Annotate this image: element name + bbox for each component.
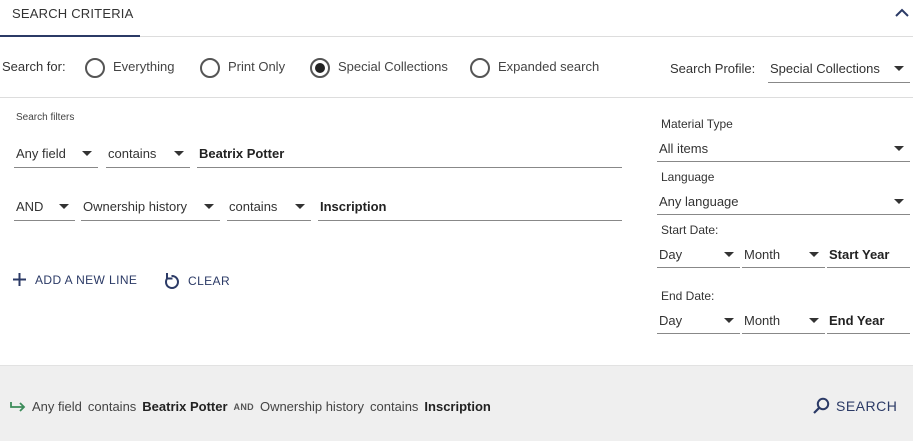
summary-field-2: Ownership history — [259, 399, 364, 414]
row1-operator-select[interactable]: contains — [106, 140, 190, 168]
query-summary-bar: Any field contains Beatrix Potter AND Ow… — [0, 365, 913, 441]
search-scope-bar: Search for: Everything Print Only Specia… — [0, 37, 913, 98]
caret-down-icon — [894, 66, 904, 71]
radio-label: Print Only — [228, 58, 286, 74]
row1-operator-value: contains — [108, 146, 157, 161]
radio-circle[interactable] — [200, 58, 220, 78]
row2-field-select[interactable]: Ownership history — [81, 193, 220, 221]
summary-operator-1: contains — [87, 399, 137, 414]
radio-everything[interactable]: Everything — [85, 57, 174, 79]
search-button-label: SEARCH — [836, 398, 898, 414]
end-day-select[interactable]: Day — [657, 308, 740, 334]
row2-operator-select[interactable]: contains — [227, 193, 311, 221]
end-year-input[interactable]: End Year — [827, 308, 910, 334]
summary-operator-2: contains — [370, 399, 419, 414]
end-month-select[interactable]: Month — [742, 308, 825, 334]
add-new-line-button[interactable]: ADD A NEW LINE — [12, 272, 137, 287]
end-year-placeholder: End Year — [829, 313, 885, 328]
row2-search-input[interactable]: Inscription — [318, 193, 622, 221]
summary-value-1: Beatrix Potter — [142, 399, 228, 414]
clear-button[interactable]: CLEAR — [163, 272, 230, 290]
plus-icon — [13, 273, 26, 286]
caret-down-icon — [809, 318, 819, 323]
summary-joiner: AND — [233, 401, 254, 412]
radio-label: Special Collections — [338, 58, 448, 74]
radio-label: Everything — [113, 58, 175, 74]
row2-boolean-select[interactable]: AND — [14, 193, 75, 221]
caret-down-icon — [59, 204, 69, 209]
search-profile-label: Search Profile: — [670, 61, 756, 76]
caret-down-icon — [174, 151, 184, 156]
radio-special-collections[interactable]: Special Collections — [310, 57, 448, 79]
start-month-select[interactable]: Month — [742, 242, 825, 268]
caret-down-icon — [82, 151, 92, 156]
caret-down-icon — [894, 199, 904, 204]
row1-field-select[interactable]: Any field — [14, 140, 98, 168]
row2-boolean-value: AND — [16, 199, 44, 214]
caret-down-icon — [204, 204, 214, 209]
search-icon — [813, 397, 830, 414]
radio-label: Expanded search — [498, 58, 600, 74]
query-summary: Any field contains Beatrix Potter AND Ow… — [10, 399, 497, 414]
summary-value-2: Inscription — [424, 399, 491, 414]
row1-field-value: Any field — [16, 146, 66, 161]
caret-down-icon — [295, 204, 305, 209]
reset-icon — [165, 273, 179, 289]
language-select[interactable]: Any language — [657, 189, 910, 215]
end-month-value: Month — [744, 313, 781, 328]
arrow-right-icon — [10, 401, 26, 412]
clear-label: CLEAR — [188, 274, 231, 288]
row1-search-input[interactable]: Beatrix Potter — [197, 140, 622, 168]
search-criteria-tab[interactable]: SEARCH CRITERIA — [0, 0, 140, 37]
caret-down-icon — [724, 252, 734, 257]
radio-print-only[interactable]: Print Only — [200, 57, 285, 79]
search-profile-select[interactable]: Special Collections — [768, 55, 910, 83]
start-day-select[interactable]: Day — [657, 242, 740, 268]
start-date-label: Start Date: — [661, 223, 719, 237]
row1-search-value: Beatrix Potter — [199, 146, 285, 161]
caret-down-icon — [724, 318, 734, 323]
start-year-placeholder: Start Year — [829, 247, 890, 262]
chevron-up-icon[interactable] — [893, 4, 911, 22]
row2-field-value: Ownership history — [83, 199, 188, 214]
search-for-label: Search for: — [2, 59, 66, 74]
row2-operator-value: contains — [229, 199, 278, 214]
material-type-value: All items — [659, 141, 709, 156]
language-value: Any language — [659, 194, 739, 209]
radio-circle[interactable] — [85, 58, 105, 78]
start-month-value: Month — [744, 247, 781, 262]
search-profile-value: Special Collections — [770, 61, 880, 76]
radio-circle[interactable] — [470, 58, 490, 78]
language-label: Language — [661, 170, 715, 184]
material-type-select[interactable]: All items — [657, 136, 910, 162]
caret-down-icon — [809, 252, 819, 257]
row2-search-value: Inscription — [320, 199, 387, 214]
search-button[interactable]: SEARCH — [812, 397, 897, 415]
end-date-label: End Date: — [661, 289, 715, 303]
material-type-label: Material Type — [661, 117, 733, 131]
radio-expanded-search[interactable]: Expanded search — [470, 57, 599, 79]
start-year-input[interactable]: Start Year — [827, 242, 910, 268]
radio-circle-selected[interactable] — [310, 58, 330, 78]
search-filters-label: Search filters — [16, 112, 75, 123]
search-criteria-header: SEARCH CRITERIA — [0, 0, 913, 37]
add-new-line-label: ADD A NEW LINE — [35, 272, 138, 287]
start-day-value: Day — [659, 247, 683, 262]
caret-down-icon — [894, 146, 904, 151]
summary-field-1: Any field — [32, 399, 82, 414]
end-day-value: Day — [659, 313, 683, 328]
